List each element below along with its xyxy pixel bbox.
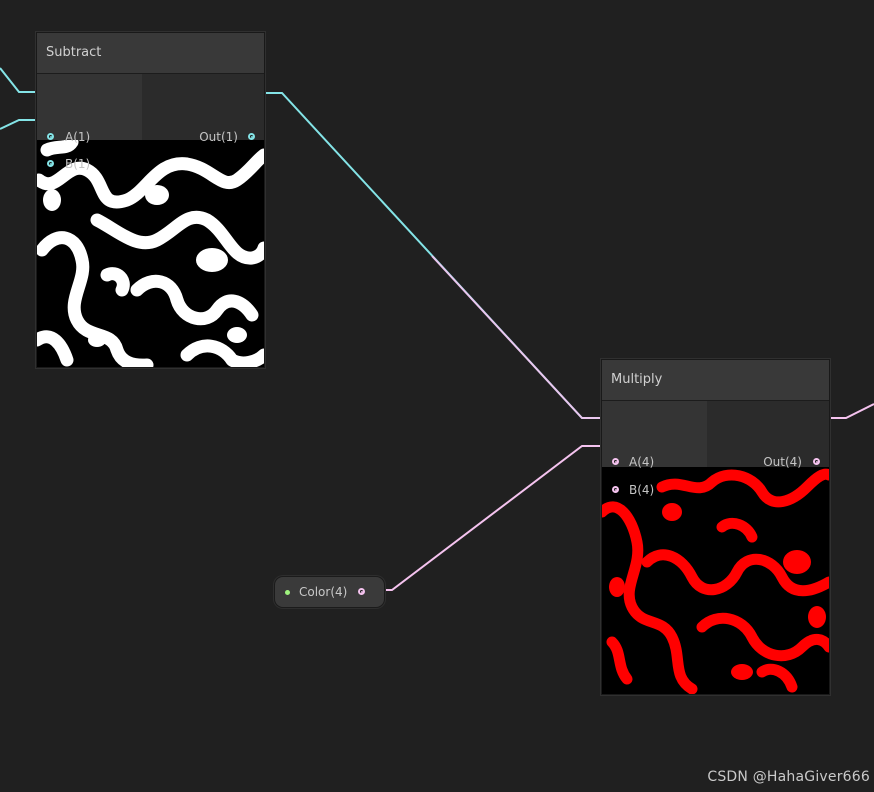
port-label: Out(1) <box>199 130 238 144</box>
port-label: Out(4) <box>763 455 802 469</box>
multiply-node[interactable]: Multiply A(4) B(4) Out(4) <box>601 359 830 695</box>
wire-subtract-out-to-multiply-a-overlay <box>431 255 612 419</box>
port-connector-icon[interactable] <box>358 588 365 595</box>
port-connector-icon[interactable] <box>813 458 820 465</box>
multiply-inputs: A(4) B(4) <box>602 401 707 497</box>
port-connector-icon[interactable] <box>47 160 54 167</box>
subtract-outputs: Out(1) <box>145 74 264 144</box>
color-property-node[interactable]: Color(4) <box>274 576 385 608</box>
multiply-node-title[interactable]: Multiply <box>602 360 829 401</box>
subtract-node[interactable]: Subtract A(1) B(1) Out(1) <box>36 32 265 368</box>
color-property-label: Color(4) <box>299 585 348 599</box>
watermark: CSDN @HahaGiver666 <box>707 769 870 785</box>
multiply-preview-image <box>602 467 829 694</box>
subtract-preview-image <box>37 140 264 367</box>
subtract-inputs: A(1) B(1) <box>37 74 142 171</box>
port-label: A(1) <box>65 130 91 144</box>
subtract-ports: A(1) B(1) Out(1) <box>37 74 264 171</box>
port-label: B(1) <box>65 157 91 171</box>
wire-subtract-out-to-multiply-a[interactable] <box>252 92 612 419</box>
wire-color-to-multiply-b[interactable] <box>363 445 612 591</box>
port-label: A(4) <box>629 455 655 469</box>
multiply-output[interactable]: Out(4) <box>710 454 829 470</box>
subtract-output[interactable]: Out(1) <box>145 129 264 145</box>
property-type-icon <box>285 590 290 595</box>
port-connector-icon[interactable] <box>612 486 619 493</box>
port-connector-icon[interactable] <box>47 133 54 140</box>
port-connector-icon[interactable] <box>248 133 255 140</box>
multiply-outputs: Out(4) <box>710 401 829 470</box>
subtract-node-title[interactable]: Subtract <box>37 33 264 74</box>
multiply-ports: A(4) B(4) Out(4) <box>602 401 829 497</box>
port-label: B(4) <box>629 483 655 497</box>
port-connector-icon[interactable] <box>612 458 619 465</box>
